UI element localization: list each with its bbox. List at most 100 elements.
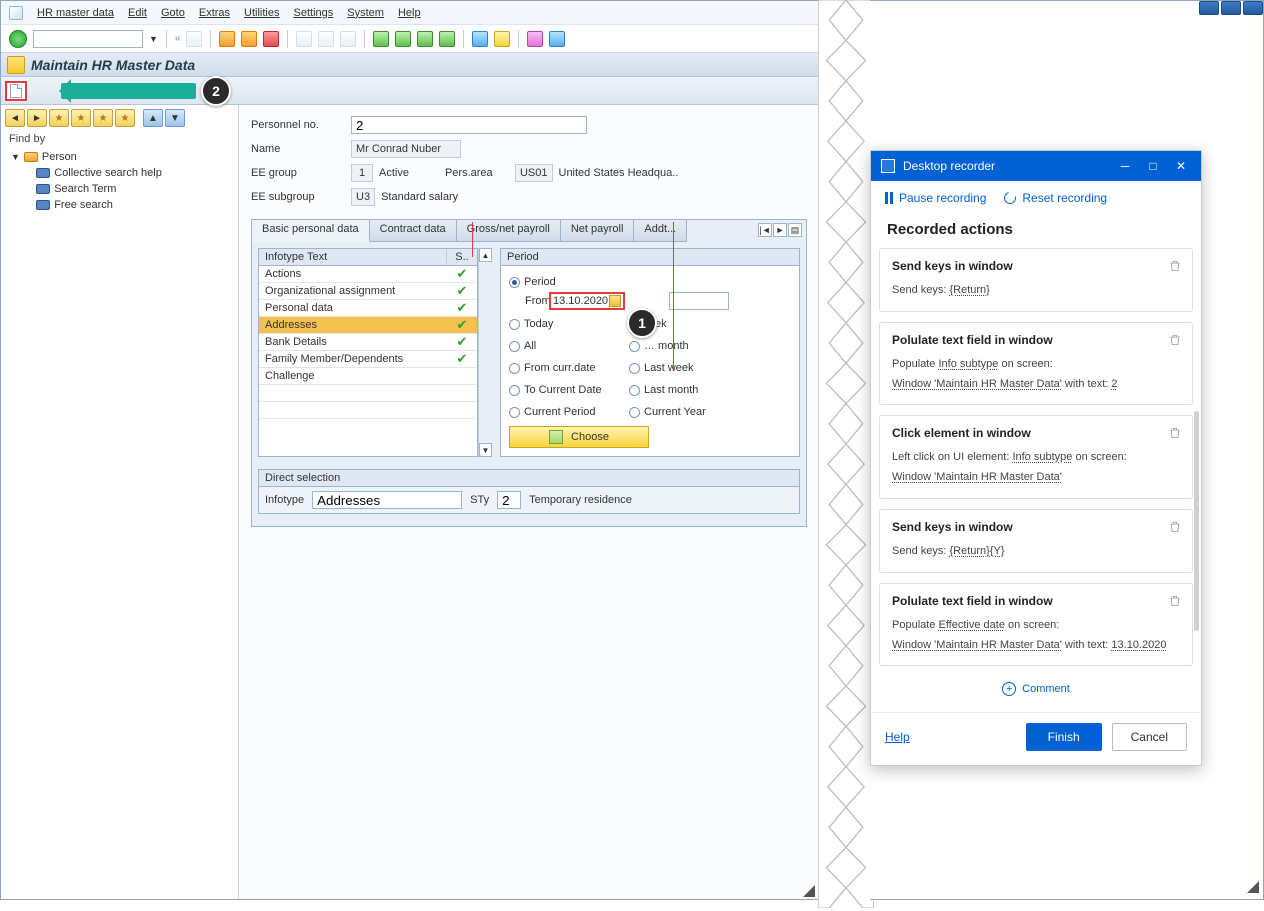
radio-icon[interactable] [629,385,640,396]
choose-button[interactable]: Choose [509,426,649,448]
back-icon[interactable] [219,31,235,47]
pause-recording-button[interactable]: Pause recording [885,191,986,205]
finish-button[interactable]: Finish [1026,723,1102,751]
infotype-row[interactable]: Family Member/Dependents✔ [259,351,477,368]
period-radio-current-year[interactable]: Current Year [629,402,749,422]
infotype-row[interactable]: Addresses✔ [259,317,477,334]
tab-scroll-right-icon[interactable]: ► [773,223,787,237]
to-date-input[interactable] [669,292,729,310]
delete-action-icon[interactable] [1168,259,1182,273]
infotype-scrollbar[interactable]: ▲ ▼ [478,248,492,457]
action-param[interactable]: Effective date [938,619,1004,631]
action-card[interactable]: Polulate text field in windowPopulate Ef… [879,583,1193,667]
radio-icon[interactable] [509,277,520,288]
create-button[interactable] [5,81,27,101]
delete-action-icon[interactable] [1168,594,1182,608]
radio-icon[interactable] [629,363,640,374]
fav-1-icon[interactable]: ★ [49,109,69,127]
action-param[interactable]: Window 'Maintain HR Master Data' [892,639,1062,651]
menu-extras[interactable]: Extras [199,7,230,19]
period-radio-current-period[interactable]: Current Period [509,402,629,422]
radio-icon[interactable] [629,341,640,352]
action-param[interactable]: 13.10.2020 [1111,639,1166,651]
expand-icon[interactable]: ▼ [165,109,185,127]
exit-icon[interactable] [241,31,257,47]
tab-list-icon[interactable]: ▤ [788,223,802,237]
menu-goto[interactable]: Goto [161,7,185,19]
help-icon[interactable] [527,31,543,47]
delete-action-icon[interactable] [1168,333,1182,347]
period-radio-today[interactable]: Today [509,314,629,334]
action-param[interactable]: Info subtype [938,358,998,370]
prev-page-icon[interactable] [395,31,411,47]
action-param[interactable]: Window 'Maintain HR Master Data' [892,471,1062,483]
tree-item-search-term[interactable]: ▪ Search Term [29,181,228,197]
menu-settings[interactable]: Settings [294,7,334,19]
infotype-row[interactable]: Organizational assignment✔ [259,283,477,300]
tree-item-free-search[interactable]: ▪ Free search [29,197,228,213]
command-field[interactable] [33,30,143,48]
tab-basic-personal-data[interactable]: Basic personal data [252,220,370,242]
print-icon[interactable] [296,31,312,47]
resize-grip-icon[interactable] [803,885,815,897]
enter-icon[interactable] [9,30,27,48]
close-icon[interactable]: ✕ [1171,159,1191,173]
menu-system[interactable]: System [347,7,384,19]
cancel-icon[interactable] [263,31,279,47]
shortcut-icon[interactable] [494,31,510,47]
action-card[interactable]: Send keys in windowSend keys: {Return}{Y… [879,509,1193,573]
reset-recording-button[interactable]: Reset recording [1004,191,1107,205]
action-param[interactable]: 2 [1111,378,1117,390]
maximize-icon[interactable] [1221,1,1241,15]
find-next-icon[interactable] [340,31,356,47]
layout-icon[interactable] [549,31,565,47]
minimize-icon[interactable]: ─ [1115,159,1135,173]
recorder-scrollbar[interactable] [1194,411,1199,631]
period-radio-from-curr-date[interactable]: From curr.date [509,358,629,378]
radio-icon[interactable] [509,341,520,352]
personnel-no-input[interactable] [351,116,587,134]
add-comment-button[interactable]: + Comment [871,676,1201,708]
tab-addtl[interactable]: Addt... [634,220,687,242]
period-radio-period[interactable]: Period [509,272,791,292]
from-date-input[interactable]: 13.10.2020 [549,292,625,310]
sty-input[interactable] [497,491,521,509]
menu-hr-master-data[interactable]: HR master data [37,7,114,19]
action-param[interactable]: Info subtype [1012,451,1072,463]
action-param[interactable]: {Return}{Y} [949,545,1004,557]
infotype-row[interactable]: Actions✔ [259,266,477,283]
delete-action-icon[interactable] [1168,520,1182,534]
radio-icon[interactable] [629,407,640,418]
next-page-icon[interactable] [417,31,433,47]
infotype-row[interactable]: Bank Details✔ [259,334,477,351]
resize-grip-icon[interactable] [1247,881,1259,893]
radio-icon[interactable] [509,363,520,374]
period-radio-current-month[interactable]: … month [629,336,749,356]
fav-2-icon[interactable]: ★ [71,109,91,127]
tree-root-person[interactable]: ▼ Person [11,149,228,165]
period-radio-last-week[interactable]: Last week [629,358,749,378]
period-radio-to-current-date[interactable]: To Current Date [509,380,629,400]
collapse-icon[interactable]: ▲ [143,109,163,127]
tab-contract-data[interactable]: Contract data [370,220,457,242]
help-link[interactable]: Help [885,730,910,744]
tab-net-payroll[interactable]: Net payroll [561,220,635,242]
fav-4-icon[interactable]: ★ [115,109,135,127]
action-param[interactable]: {Return} [949,284,989,296]
action-card[interactable]: Send keys in windowSend keys: {Return} [879,248,1193,312]
tree-item-collective-search[interactable]: ▪ Collective search help [29,165,228,181]
infotype-input[interactable] [312,491,462,509]
radio-icon[interactable] [509,407,520,418]
cancel-button[interactable]: Cancel [1112,723,1187,751]
action-card[interactable]: Click element in windowLeft click on UI … [879,415,1193,499]
radio-icon[interactable] [509,385,520,396]
tab-scroll-first-icon[interactable]: |◄ [758,223,772,237]
minimize-icon[interactable] [1199,1,1219,15]
maximize-icon[interactable]: □ [1143,159,1163,173]
nav-back-icon[interactable]: ◄ [5,109,25,127]
infotype-row[interactable]: Challenge [259,368,477,385]
close-icon[interactable] [1243,1,1263,15]
menu-utilities[interactable]: Utilities [244,7,279,19]
radio-icon[interactable] [509,319,520,330]
calendar-icon[interactable] [609,295,621,307]
